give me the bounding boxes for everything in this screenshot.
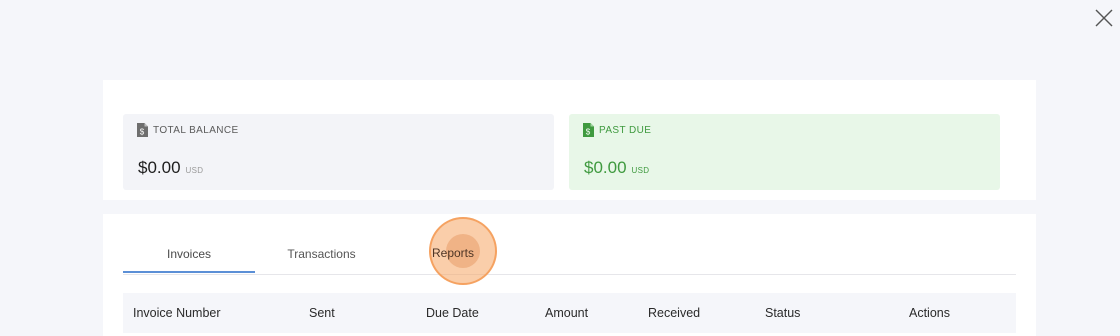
past-due-header: $ PAST DUE (583, 123, 651, 137)
invoice-table-header: Invoice Number Sent Due Date Amount Rece… (123, 293, 1016, 333)
total-balance-header: $ TOTAL BALANCE (137, 123, 239, 137)
past-due-amount-row: $0.00 USD (584, 158, 649, 178)
total-balance-label: TOTAL BALANCE (153, 124, 239, 136)
tab-invoices[interactable]: Invoices (123, 214, 255, 273)
balance-summary-panel: $ TOTAL BALANCE $0.00 USD $ PAST DUE $0.… (103, 80, 1036, 200)
past-due-card: $ PAST DUE $0.00 USD (569, 114, 1000, 190)
tab-reports[interactable] (388, 214, 519, 273)
total-balance-amount: $0.00 (138, 158, 181, 177)
past-due-currency: USD (631, 166, 650, 175)
close-icon (1095, 9, 1113, 27)
tab-transactions[interactable]: Transactions (255, 214, 388, 273)
total-balance-amount-row: $0.00 USD (138, 158, 203, 178)
close-button[interactable] (1094, 8, 1114, 28)
column-header-status[interactable]: Status (765, 293, 800, 333)
past-due-amount: $0.00 (584, 158, 627, 177)
column-header-sent[interactable]: Sent (309, 293, 335, 333)
column-header-due-date[interactable]: Due Date (426, 293, 479, 333)
svg-text:$: $ (140, 128, 145, 137)
total-balance-currency: USD (185, 166, 204, 175)
invoice-dollar-icon: $ (583, 123, 594, 137)
invoice-dollar-icon: $ (137, 123, 148, 137)
past-due-label: PAST DUE (599, 124, 652, 136)
column-header-received[interactable]: Received (648, 293, 700, 333)
invoices-panel: Invoices Transactions Invoice Number Sen… (103, 214, 1036, 336)
total-balance-card: $ TOTAL BALANCE $0.00 USD (123, 114, 554, 190)
column-header-invoice-number[interactable]: Invoice Number (133, 293, 221, 333)
tab-bar: Invoices Transactions (123, 214, 1016, 275)
column-header-actions: Actions (909, 306, 950, 320)
svg-text:$: $ (586, 128, 591, 137)
column-header-amount[interactable]: Amount (545, 293, 588, 333)
